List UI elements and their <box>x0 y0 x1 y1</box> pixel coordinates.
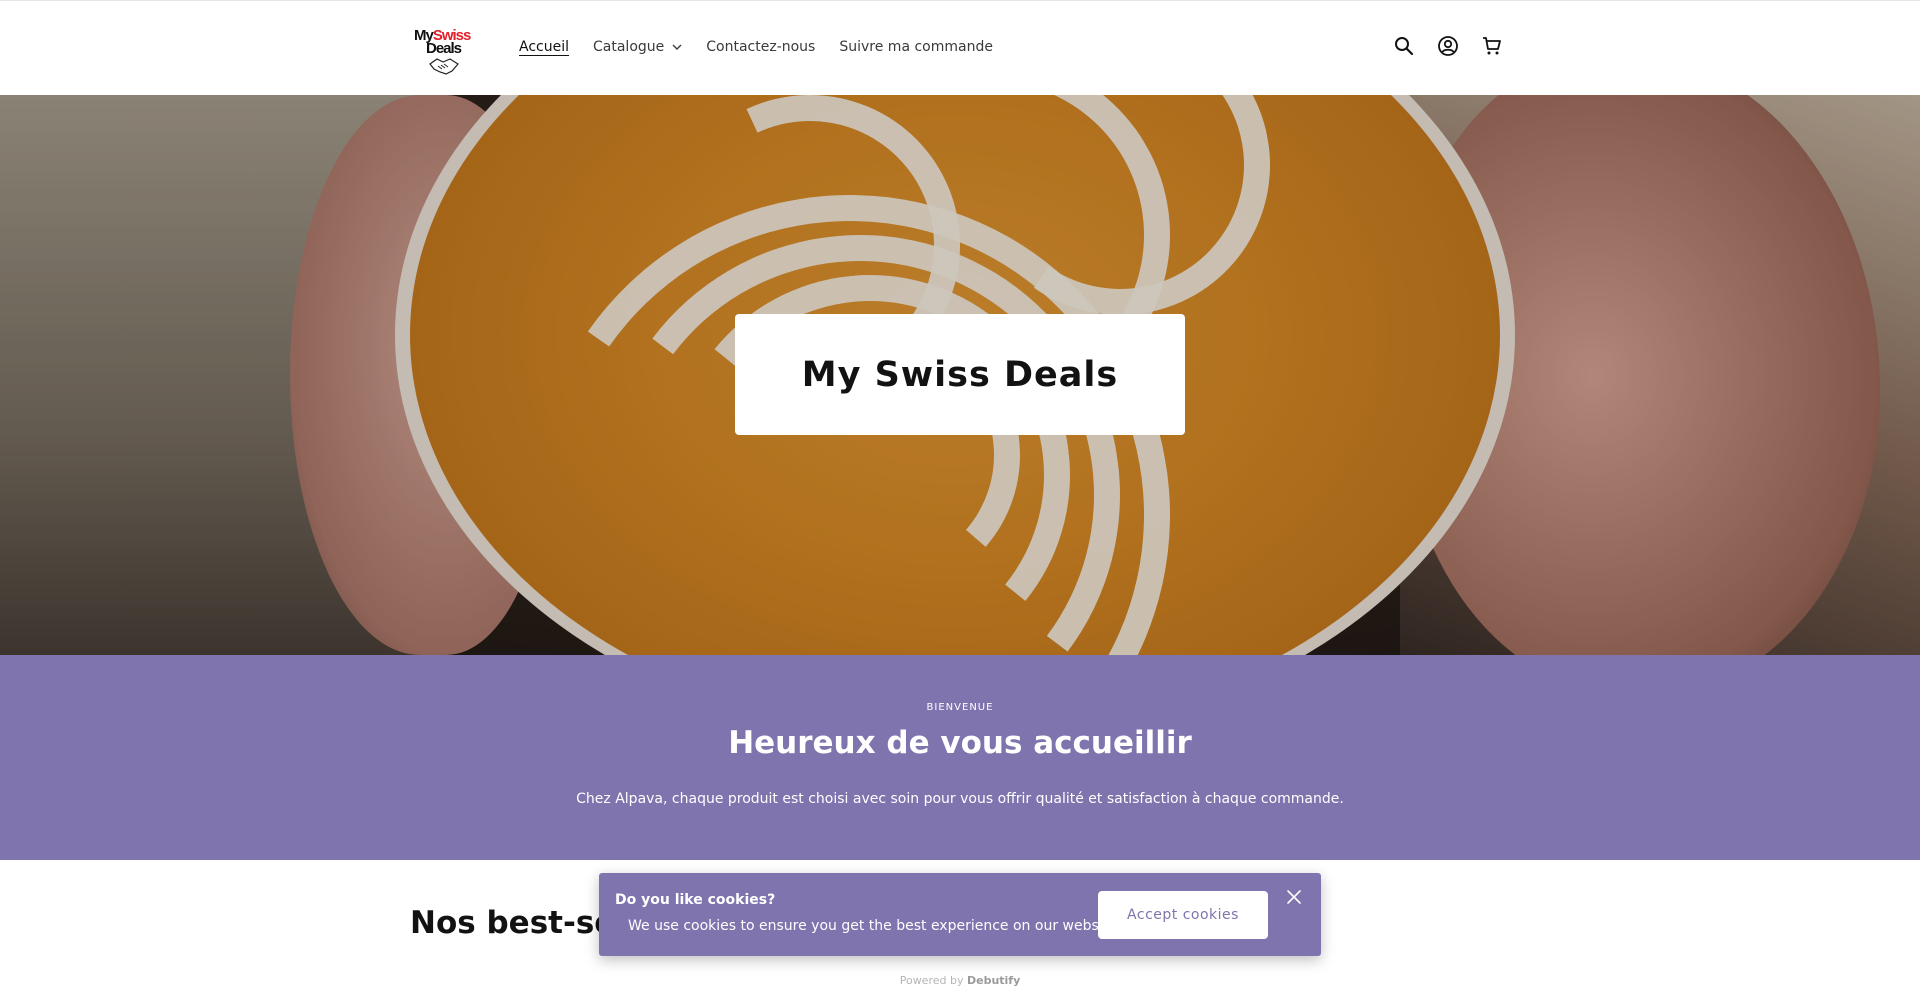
account-icon[interactable] <box>1436 34 1460 58</box>
chevron-down-icon <box>672 44 682 50</box>
nav-label: Contactez-nous <box>706 39 816 55</box>
cookie-text: We use cookies to ensure you get the bes… <box>628 918 1122 934</box>
cookie-title: Do you like cookies? <box>615 892 776 908</box>
hero-banner: My Swiss Deals <box>0 95 1920 655</box>
powered-by: Powered by Debutify <box>0 974 1920 987</box>
close-icon[interactable] <box>1286 889 1302 905</box>
hero-title: My Swiss Deals <box>801 354 1119 395</box>
hero-title-box: My Swiss Deals <box>735 314 1185 435</box>
bestsellers-title: Nos best-sel <box>410 905 626 941</box>
welcome-kicker: BIENVENUE <box>926 702 994 713</box>
nav-label: Suivre ma commande <box>839 39 993 55</box>
powered-brand-link[interactable]: Debutify <box>967 974 1020 987</box>
welcome-description: Chez Alpava, chaque produit est choisi a… <box>576 791 1344 807</box>
accept-cookies-button[interactable]: Accept cookies <box>1098 891 1268 939</box>
nav-item-accueil[interactable]: Accueil <box>519 39 569 55</box>
welcome-section: BIENVENUE Heureux de vous accueillir Che… <box>0 655 1920 860</box>
site-logo[interactable]: MySwiss Deals <box>412 27 478 79</box>
main-nav: Accueil Catalogue Contactez-nous Suivre … <box>519 39 1017 55</box>
cart-icon[interactable] <box>1480 34 1504 58</box>
logo-line-2: Deals <box>426 40 462 57</box>
header-icons <box>1392 34 1504 58</box>
welcome-headline: Heureux de vous accueillir <box>728 725 1192 761</box>
nav-label: Accueil <box>519 39 569 55</box>
powered-prefix: Powered by <box>899 974 964 987</box>
cookie-banner: Do you like cookies? We use cookies to e… <box>599 873 1321 956</box>
nav-label: Catalogue <box>593 39 665 55</box>
nav-item-contact[interactable]: Contactez-nous <box>706 39 815 55</box>
handshake-icon <box>429 58 459 75</box>
site-header: MySwiss Deals Accueil Catalogue Contacte… <box>0 0 1920 95</box>
search-icon[interactable] <box>1392 34 1416 58</box>
nav-item-track-order[interactable]: Suivre ma commande <box>839 39 993 55</box>
nav-item-catalogue[interactable]: Catalogue <box>593 39 682 55</box>
